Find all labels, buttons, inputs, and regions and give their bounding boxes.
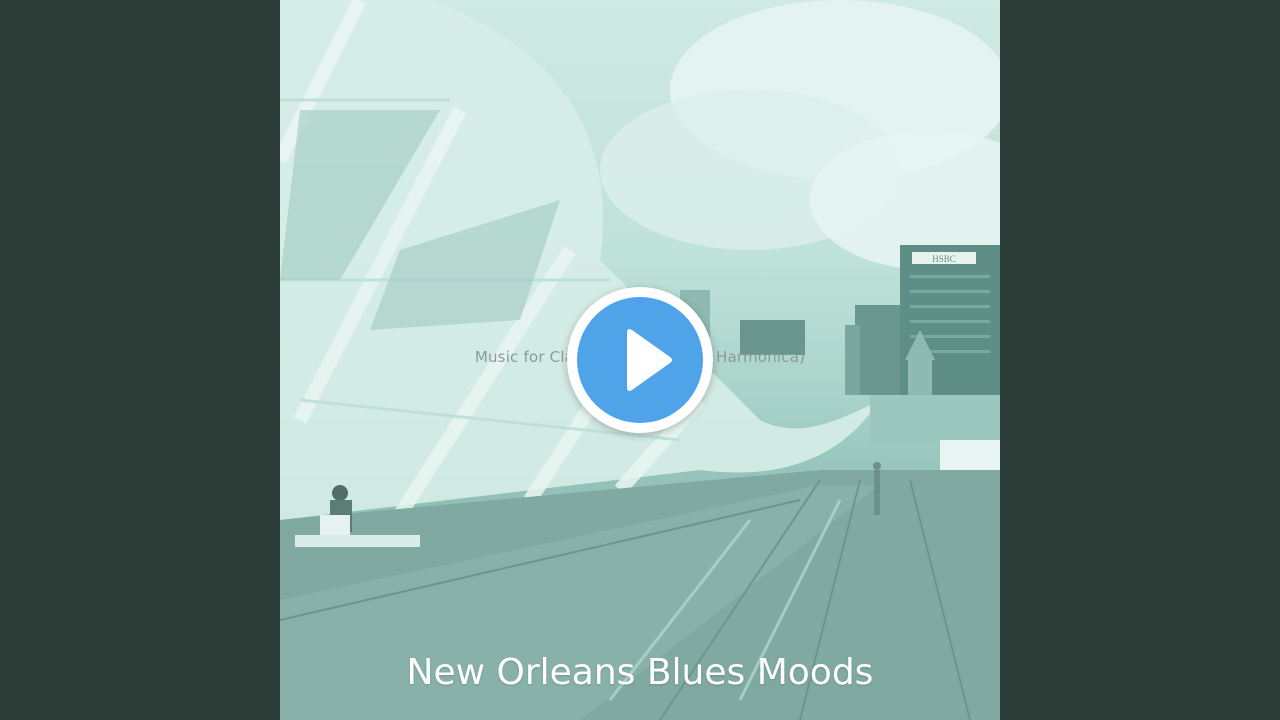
artist-name: New Orleans Blues Moods [406,652,874,693]
building-sign: HSBC [932,254,956,264]
play-button-face [577,297,703,423]
play-button[interactable] [567,287,713,433]
play-icon [627,329,672,391]
video-player[interactable]: HSBC Music for Harmonica) New Orleans Bl… [0,0,1280,720]
